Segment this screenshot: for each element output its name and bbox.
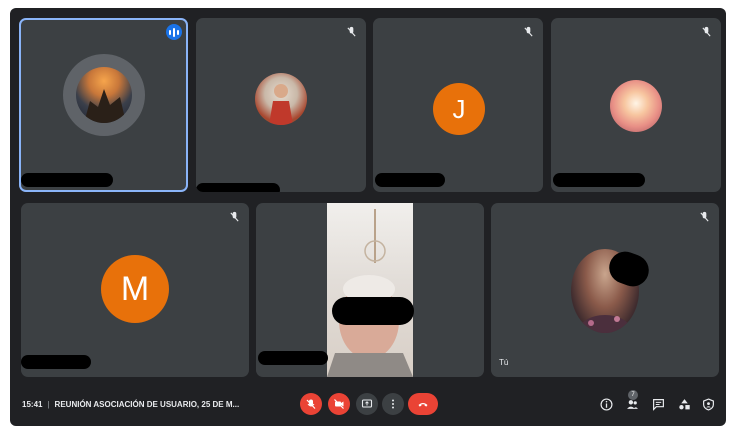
mic-off-icon bbox=[345, 26, 357, 38]
mic-off-icon bbox=[700, 26, 712, 38]
name-redaction bbox=[21, 355, 91, 369]
people-button[interactable]: 7 bbox=[624, 390, 640, 412]
photo-avatar-flowers bbox=[610, 80, 662, 132]
camera-toggle-button[interactable] bbox=[328, 393, 350, 415]
meeting-details-button[interactable] bbox=[598, 396, 614, 412]
camera-video bbox=[327, 203, 413, 377]
info-icon bbox=[599, 397, 613, 411]
participant-tile-4[interactable] bbox=[551, 18, 721, 192]
self-label: Tú bbox=[499, 358, 509, 367]
more-options-button[interactable] bbox=[382, 393, 404, 415]
more-vert-icon bbox=[392, 399, 394, 409]
host-controls-icon bbox=[702, 397, 714, 411]
name-redaction bbox=[21, 173, 113, 187]
participant-tile-6[interactable] bbox=[256, 203, 484, 377]
leave-call-button[interactable] bbox=[408, 393, 438, 415]
meeting-info: 15:41 | REUNIÓN ASOCIACIÓN DE USUARIO, 25 … bbox=[22, 400, 239, 409]
meeting-window: J M Tú 15:41 | REUNIÓN ASOCIACIÓN DE USU… bbox=[10, 8, 726, 426]
audio-wave-icon bbox=[166, 24, 182, 40]
host-controls-button[interactable] bbox=[700, 396, 716, 412]
name-redaction bbox=[258, 351, 328, 365]
chat-icon bbox=[652, 398, 664, 411]
face-redaction bbox=[332, 297, 414, 325]
letter-avatar: M bbox=[101, 255, 169, 323]
name-redaction bbox=[375, 173, 445, 187]
photo-avatar-sunset bbox=[76, 67, 132, 123]
name-redaction bbox=[553, 173, 645, 187]
camera-off-icon bbox=[334, 399, 344, 409]
mic-off-icon bbox=[522, 26, 534, 38]
activities-button[interactable] bbox=[676, 396, 692, 412]
photo-avatar-person bbox=[255, 73, 307, 125]
present-button[interactable] bbox=[356, 393, 378, 415]
bottom-control-bar: 15:41 | REUNIÓN ASOCIACIÓN DE USUARIO, 25 … bbox=[10, 386, 726, 426]
call-end-icon bbox=[418, 403, 428, 407]
name-redaction bbox=[196, 183, 280, 192]
participant-tile-3[interactable]: J bbox=[373, 18, 543, 192]
mic-off-icon bbox=[228, 211, 240, 223]
people-count-badge: 7 bbox=[628, 390, 638, 400]
participant-tile-2[interactable] bbox=[196, 18, 366, 192]
present-screen-icon bbox=[361, 399, 373, 408]
activities-icon bbox=[678, 398, 690, 409]
participant-tile-self[interactable]: Tú bbox=[491, 203, 719, 377]
meeting-title: REUNIÓN ASOCIACIÓN DE USUARIO, 25 DE M..… bbox=[54, 400, 240, 409]
mic-off-icon bbox=[306, 399, 316, 409]
mic-toggle-button[interactable] bbox=[300, 393, 322, 415]
mic-off-icon bbox=[698, 211, 710, 223]
chat-button[interactable] bbox=[650, 396, 666, 412]
meeting-time: 15:41 bbox=[22, 400, 43, 409]
participant-tile-5[interactable]: M bbox=[21, 203, 249, 377]
meeting-separator: | bbox=[47, 400, 50, 409]
letter-avatar: J bbox=[433, 83, 485, 135]
participant-tile-1[interactable] bbox=[19, 18, 188, 192]
